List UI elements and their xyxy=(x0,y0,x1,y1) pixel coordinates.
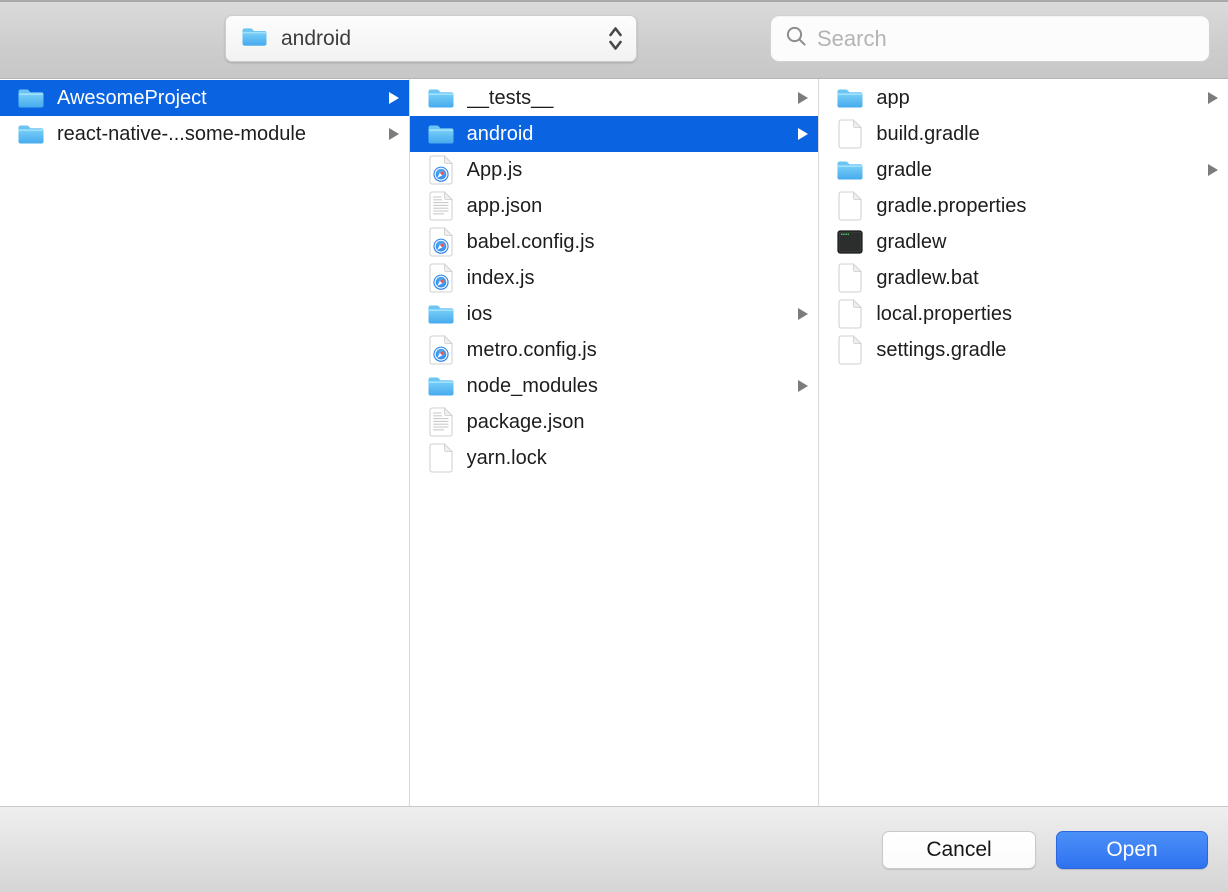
text-file-icon xyxy=(426,191,456,221)
file-name: gradlew xyxy=(876,231,1200,254)
text-file-icon xyxy=(426,407,456,437)
file-name: app.json xyxy=(467,195,791,218)
file-row-app[interactable]: app xyxy=(819,80,1228,116)
dialog-footer: Cancel Open xyxy=(0,806,1228,892)
search-field[interactable] xyxy=(770,15,1210,62)
file-row-build.gradle[interactable]: build.gradle xyxy=(819,116,1228,152)
blank-file-icon xyxy=(835,263,865,293)
disclosure-arrow-icon xyxy=(389,128,399,140)
blank-file-icon xyxy=(835,299,865,329)
file-row-react-native-...some-module[interactable]: react-native-...some-module xyxy=(0,116,409,152)
dialog-toolbar: android xyxy=(0,0,1228,79)
file-name: index.js xyxy=(467,267,791,290)
js-file-icon xyxy=(426,263,456,293)
file-row-babel.config.js[interactable]: babel.config.js xyxy=(410,224,819,260)
exec-file-icon xyxy=(835,230,865,254)
file-name: __tests__ xyxy=(467,87,791,110)
file-row-local.properties[interactable]: local.properties xyxy=(819,296,1228,332)
file-name: package.json xyxy=(467,411,791,434)
file-browser-columns: AwesomeProject react-native-...some-modu… xyxy=(0,79,1228,806)
folder-icon xyxy=(426,123,456,145)
file-name: gradle.properties xyxy=(876,195,1200,218)
file-row-AwesomeProject[interactable]: AwesomeProject xyxy=(0,80,409,116)
file-row-settings.gradle[interactable]: settings.gradle xyxy=(819,332,1228,368)
file-row-App.js[interactable]: App.js xyxy=(410,152,819,188)
folder-icon xyxy=(16,123,46,145)
folder-icon xyxy=(426,375,456,397)
disclosure-arrow-icon xyxy=(1208,164,1218,176)
blank-file-icon xyxy=(835,119,865,149)
folder-icon xyxy=(426,87,456,109)
js-file-icon xyxy=(426,335,456,365)
blank-file-icon xyxy=(426,443,456,473)
disclosure-arrow-icon xyxy=(798,308,808,320)
file-row-metro.config.js[interactable]: metro.config.js xyxy=(410,332,819,368)
file-row-node_modules[interactable]: node_modules xyxy=(410,368,819,404)
folder-icon xyxy=(241,26,268,52)
file-row-ios[interactable]: ios xyxy=(410,296,819,332)
search-icon xyxy=(785,25,808,53)
folder-icon xyxy=(835,87,865,109)
file-name: babel.config.js xyxy=(467,231,791,254)
file-row-gradlew.bat[interactable]: gradlew.bat xyxy=(819,260,1228,296)
browser-column-2: __tests__ android App.js app.json babel.… xyxy=(410,79,820,806)
file-name: yarn.lock xyxy=(467,447,791,470)
file-name: settings.gradle xyxy=(876,339,1200,362)
file-row-app.json[interactable]: app.json xyxy=(410,188,819,224)
file-row-yarn.lock[interactable]: yarn.lock xyxy=(410,440,819,476)
js-file-icon xyxy=(426,227,456,257)
stepper-icon[interactable] xyxy=(607,24,624,53)
file-name: android xyxy=(467,123,791,146)
file-name: metro.config.js xyxy=(467,339,791,362)
disclosure-arrow-icon xyxy=(389,92,399,104)
search-input[interactable] xyxy=(817,26,1197,52)
file-row-gradlew[interactable]: gradlew xyxy=(819,224,1228,260)
file-row-__tests__[interactable]: __tests__ xyxy=(410,80,819,116)
file-name: gradlew.bat xyxy=(876,267,1200,290)
file-name: ios xyxy=(467,303,791,326)
blank-file-icon xyxy=(835,191,865,221)
disclosure-arrow-icon xyxy=(798,380,808,392)
file-row-android[interactable]: android xyxy=(410,116,819,152)
disclosure-arrow-icon xyxy=(798,92,808,104)
file-name: AwesomeProject xyxy=(57,87,381,110)
file-name: react-native-...some-module xyxy=(57,123,381,146)
disclosure-arrow-icon xyxy=(798,128,808,140)
open-file-dialog: android AwesomeProject react-na xyxy=(0,0,1228,892)
blank-file-icon xyxy=(835,335,865,365)
file-row-index.js[interactable]: index.js xyxy=(410,260,819,296)
folder-icon xyxy=(426,303,456,325)
disclosure-arrow-icon xyxy=(1208,92,1218,104)
file-name: local.properties xyxy=(876,303,1200,326)
browser-column-1: AwesomeProject react-native-...some-modu… xyxy=(0,79,410,806)
cancel-button[interactable]: Cancel xyxy=(882,831,1036,869)
open-button[interactable]: Open xyxy=(1056,831,1208,869)
file-name: node_modules xyxy=(467,375,791,398)
file-name: App.js xyxy=(467,159,791,182)
current-folder-dropdown[interactable]: android xyxy=(225,15,637,62)
file-row-package.json[interactable]: package.json xyxy=(410,404,819,440)
js-file-icon xyxy=(426,155,456,185)
file-name: build.gradle xyxy=(876,123,1200,146)
folder-icon xyxy=(16,87,46,109)
browser-column-3: app build.gradle gradle gradle.propertie… xyxy=(819,79,1228,806)
file-row-gradle.properties[interactable]: gradle.properties xyxy=(819,188,1228,224)
file-row-gradle[interactable]: gradle xyxy=(819,152,1228,188)
file-name: app xyxy=(876,87,1200,110)
current-folder-label: android xyxy=(281,27,607,51)
file-name: gradle xyxy=(876,159,1200,182)
folder-icon xyxy=(835,159,865,181)
